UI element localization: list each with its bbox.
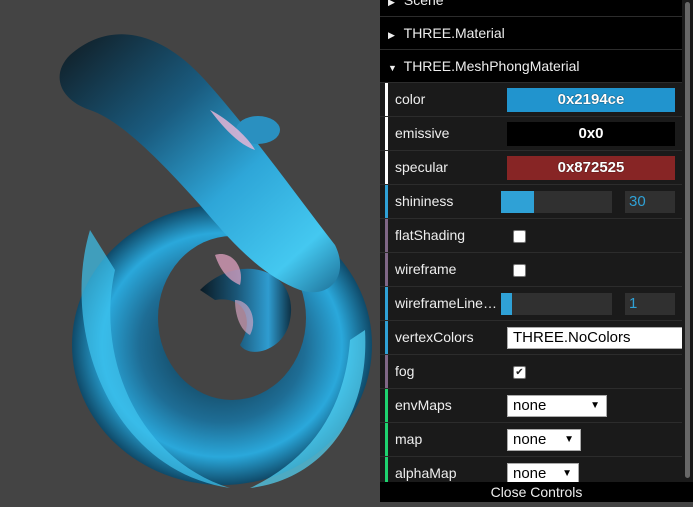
row-type-indicator: [385, 389, 388, 422]
flatshading-row: flatShading: [380, 219, 693, 253]
emissive-picker[interactable]: 0x0: [507, 122, 675, 146]
color-picker[interactable]: 0x2194ce: [507, 88, 675, 112]
row-type-indicator: [385, 151, 388, 184]
row-type-indicator: [385, 219, 388, 252]
envmaps-select[interactable]: none ▼: [507, 395, 607, 417]
shininess-slider[interactable]: [501, 191, 612, 213]
wireframelinewidth-label: wireframeLinewidth: [395, 295, 505, 311]
flatshading-label: flatShading: [395, 227, 466, 243]
envmaps-row: envMaps none ▼: [380, 389, 693, 423]
chevron-down-icon: ▼: [564, 434, 574, 445]
select-value: none: [513, 431, 547, 448]
vertexcolors-row: vertexColors THREE.NoColors: [380, 321, 693, 355]
row-type-indicator: [385, 185, 388, 218]
close-controls-button[interactable]: Close Controls: [380, 482, 693, 502]
map-select[interactable]: none ▼: [507, 429, 581, 451]
check-icon: ✔: [515, 367, 524, 378]
wireframelinewidth-slider[interactable]: [501, 293, 612, 315]
scrollbar-thumb[interactable]: [685, 2, 690, 478]
row-type-indicator: [385, 321, 388, 354]
torus-knot-render: [59, 34, 372, 488]
folder-three-meshphongmaterial[interactable]: ▼ THREE.MeshPhongMaterial: [380, 50, 693, 83]
color-row: color 0x2194ce: [380, 83, 693, 117]
vertexcolors-label: vertexColors: [395, 329, 474, 345]
folder-label: THREE.Material: [403, 25, 505, 41]
map-label: map: [395, 431, 423, 447]
specular-picker[interactable]: 0x872525: [507, 156, 675, 180]
wireframe-label: wireframe: [395, 261, 457, 277]
panel-scrollbar[interactable]: [682, 0, 693, 482]
specular-row: specular 0x872525: [380, 151, 693, 185]
shininess-input[interactable]: 30: [625, 191, 675, 213]
color-label: color: [395, 91, 426, 107]
3d-viewport[interactable]: [0, 0, 380, 502]
flatshading-checkbox[interactable]: [513, 230, 526, 243]
wireframelinewidth-row: wireframeLinewidth 1: [380, 287, 693, 321]
slider-fill: [501, 293, 513, 315]
folder-label: Scene: [403, 0, 444, 8]
row-type-indicator: [385, 117, 388, 150]
triangle-down-icon: ▼: [388, 63, 397, 73]
triangle-right-icon: ▶: [388, 30, 395, 40]
specular-label: specular: [395, 159, 448, 175]
row-type-indicator: [385, 423, 388, 456]
row-type-indicator: [385, 287, 388, 320]
row-type-indicator: [385, 355, 388, 388]
chevron-down-icon: ▼: [590, 400, 600, 411]
folder-label: THREE.MeshPhongMaterial: [403, 58, 580, 74]
select-value: none: [513, 465, 547, 482]
shininess-row: shininess 30: [380, 185, 693, 219]
shininess-label: shininess: [395, 193, 454, 209]
row-type-indicator: [385, 83, 388, 116]
fog-checkbox[interactable]: ✔: [513, 366, 526, 379]
emissive-label: emissive: [395, 125, 450, 141]
wireframe-checkbox[interactable]: [513, 264, 526, 277]
dat-gui-panel[interactable]: ▶ Scene ▶ THREE.Material ▼ THREE.MeshPho…: [380, 0, 693, 502]
vertexcolors-select[interactable]: THREE.NoColors: [507, 327, 687, 349]
fog-row: fog ✔: [380, 355, 693, 389]
emissive-row: emissive 0x0: [380, 117, 693, 151]
fog-label: fog: [395, 363, 415, 379]
wireframelinewidth-input[interactable]: 1: [625, 293, 675, 315]
torus-knot-shape: [59, 34, 372, 488]
folder-scene[interactable]: ▶ Scene: [380, 0, 693, 17]
wireframe-row: wireframe: [380, 253, 693, 287]
select-value: THREE.NoColors: [513, 329, 631, 346]
select-value: none: [513, 397, 547, 414]
slider-fill: [501, 191, 535, 213]
envmaps-label: envMaps: [395, 397, 452, 413]
map-row: map none ▼: [380, 423, 693, 457]
row-type-indicator: [385, 253, 388, 286]
chevron-down-icon: ▼: [562, 468, 572, 479]
folder-three-material[interactable]: ▶ THREE.Material: [380, 17, 693, 50]
